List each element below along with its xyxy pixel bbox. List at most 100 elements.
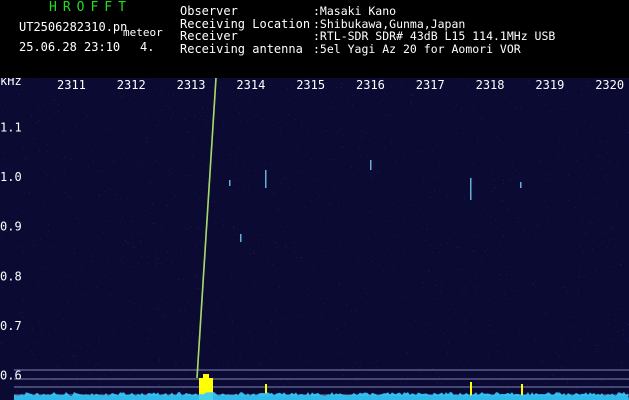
noise-speck [569,200,570,201]
noise-speck [111,105,112,106]
noise-speck [326,376,327,377]
noise-speck [420,375,421,376]
time-tick-label: 2316 [356,78,385,92]
noise-speck [569,85,570,86]
noise-speck [73,356,74,357]
noise-speck [101,267,102,268]
noise-speck [546,246,547,247]
noise-speck [598,190,599,191]
noise-speck [119,382,120,383]
noise-speck [80,322,81,323]
noise-speck [435,197,436,198]
noise-speck [364,304,365,305]
noise-speck [501,195,502,196]
noise-speck [137,229,138,230]
noise-speck [461,290,462,291]
time-tick-label: 2315 [296,78,325,92]
noise-speck [297,286,298,287]
noise-speck [92,224,93,225]
noise-speck [22,79,23,80]
noise-speck [160,226,161,227]
noise-speck [337,210,338,211]
noise-speck [348,102,349,103]
noise-speck [492,392,493,393]
noise-speck [544,376,545,377]
noise-speck [177,170,178,171]
noise-speck [620,264,621,265]
noise-speck [607,266,608,267]
noise-speck [432,155,433,156]
noise-speck [543,360,544,361]
noise-speck [49,284,50,285]
noise-speck [141,127,142,128]
noise-speck [23,252,24,253]
noise-speck [539,162,540,163]
noise-speck [369,241,370,242]
noise-speck [560,354,561,355]
noise-speck [89,114,90,115]
noise-speck [461,106,462,107]
noise-speck [276,342,277,343]
noise-speck [479,349,480,350]
noise-speck [320,162,321,163]
noise-speck [196,276,197,277]
noise-speck [608,314,609,315]
noise-speck [153,343,154,344]
noise-speck [320,132,321,133]
noise-speck [301,233,302,234]
noise-speck [60,159,61,160]
noise-speck [464,198,465,199]
noise-speck [592,139,593,140]
noise-speck [35,86,36,87]
noise-speck [476,142,477,143]
noise-speck [261,299,262,300]
noise-speck [162,321,163,322]
noise-speck [546,371,547,372]
noise-speck [189,207,190,208]
noise-speck [508,271,509,272]
noise-speck [306,206,307,207]
noise-speck [557,285,558,286]
noise-speck [616,246,617,247]
noise-speck [276,331,277,332]
noise-speck [583,182,584,183]
noise-speck [368,140,369,141]
noise-speck [47,144,48,145]
noise-speck [231,319,232,320]
noise-speck [313,342,314,343]
noise-speck [397,236,398,237]
noise-speck [46,129,47,130]
noise-speck [293,298,294,299]
noise-speck [540,130,541,131]
noise-speck [101,177,102,178]
noise-speck [420,366,421,367]
noise-speck [253,149,254,150]
noise-speck [181,391,182,392]
noise-speck [207,107,208,108]
noise-speck [464,294,465,295]
noise-speck [510,234,511,235]
noise-speck [64,156,65,157]
noise-speck [272,170,273,171]
meteor-blip [265,170,267,188]
noise-speck [626,189,627,190]
noise-speck [263,239,264,240]
noise-speck [136,165,137,166]
noise-speck [129,374,130,375]
noise-speck [171,185,172,186]
noise-speck [344,323,345,324]
info-label: Receiver [180,29,238,43]
noise-speck [591,128,592,129]
noise-speck [95,201,96,202]
noise-speck [4,351,5,352]
noise-speck [598,155,599,156]
noise-speck [259,364,260,365]
noise-speck [13,214,14,215]
noise-speck [430,197,431,198]
noise-speck [517,350,518,351]
noise-speck [451,189,452,190]
noise-speck [285,157,286,158]
meteor-blip [265,384,267,394]
noise-speck [391,135,392,136]
noise-speck [93,160,94,161]
